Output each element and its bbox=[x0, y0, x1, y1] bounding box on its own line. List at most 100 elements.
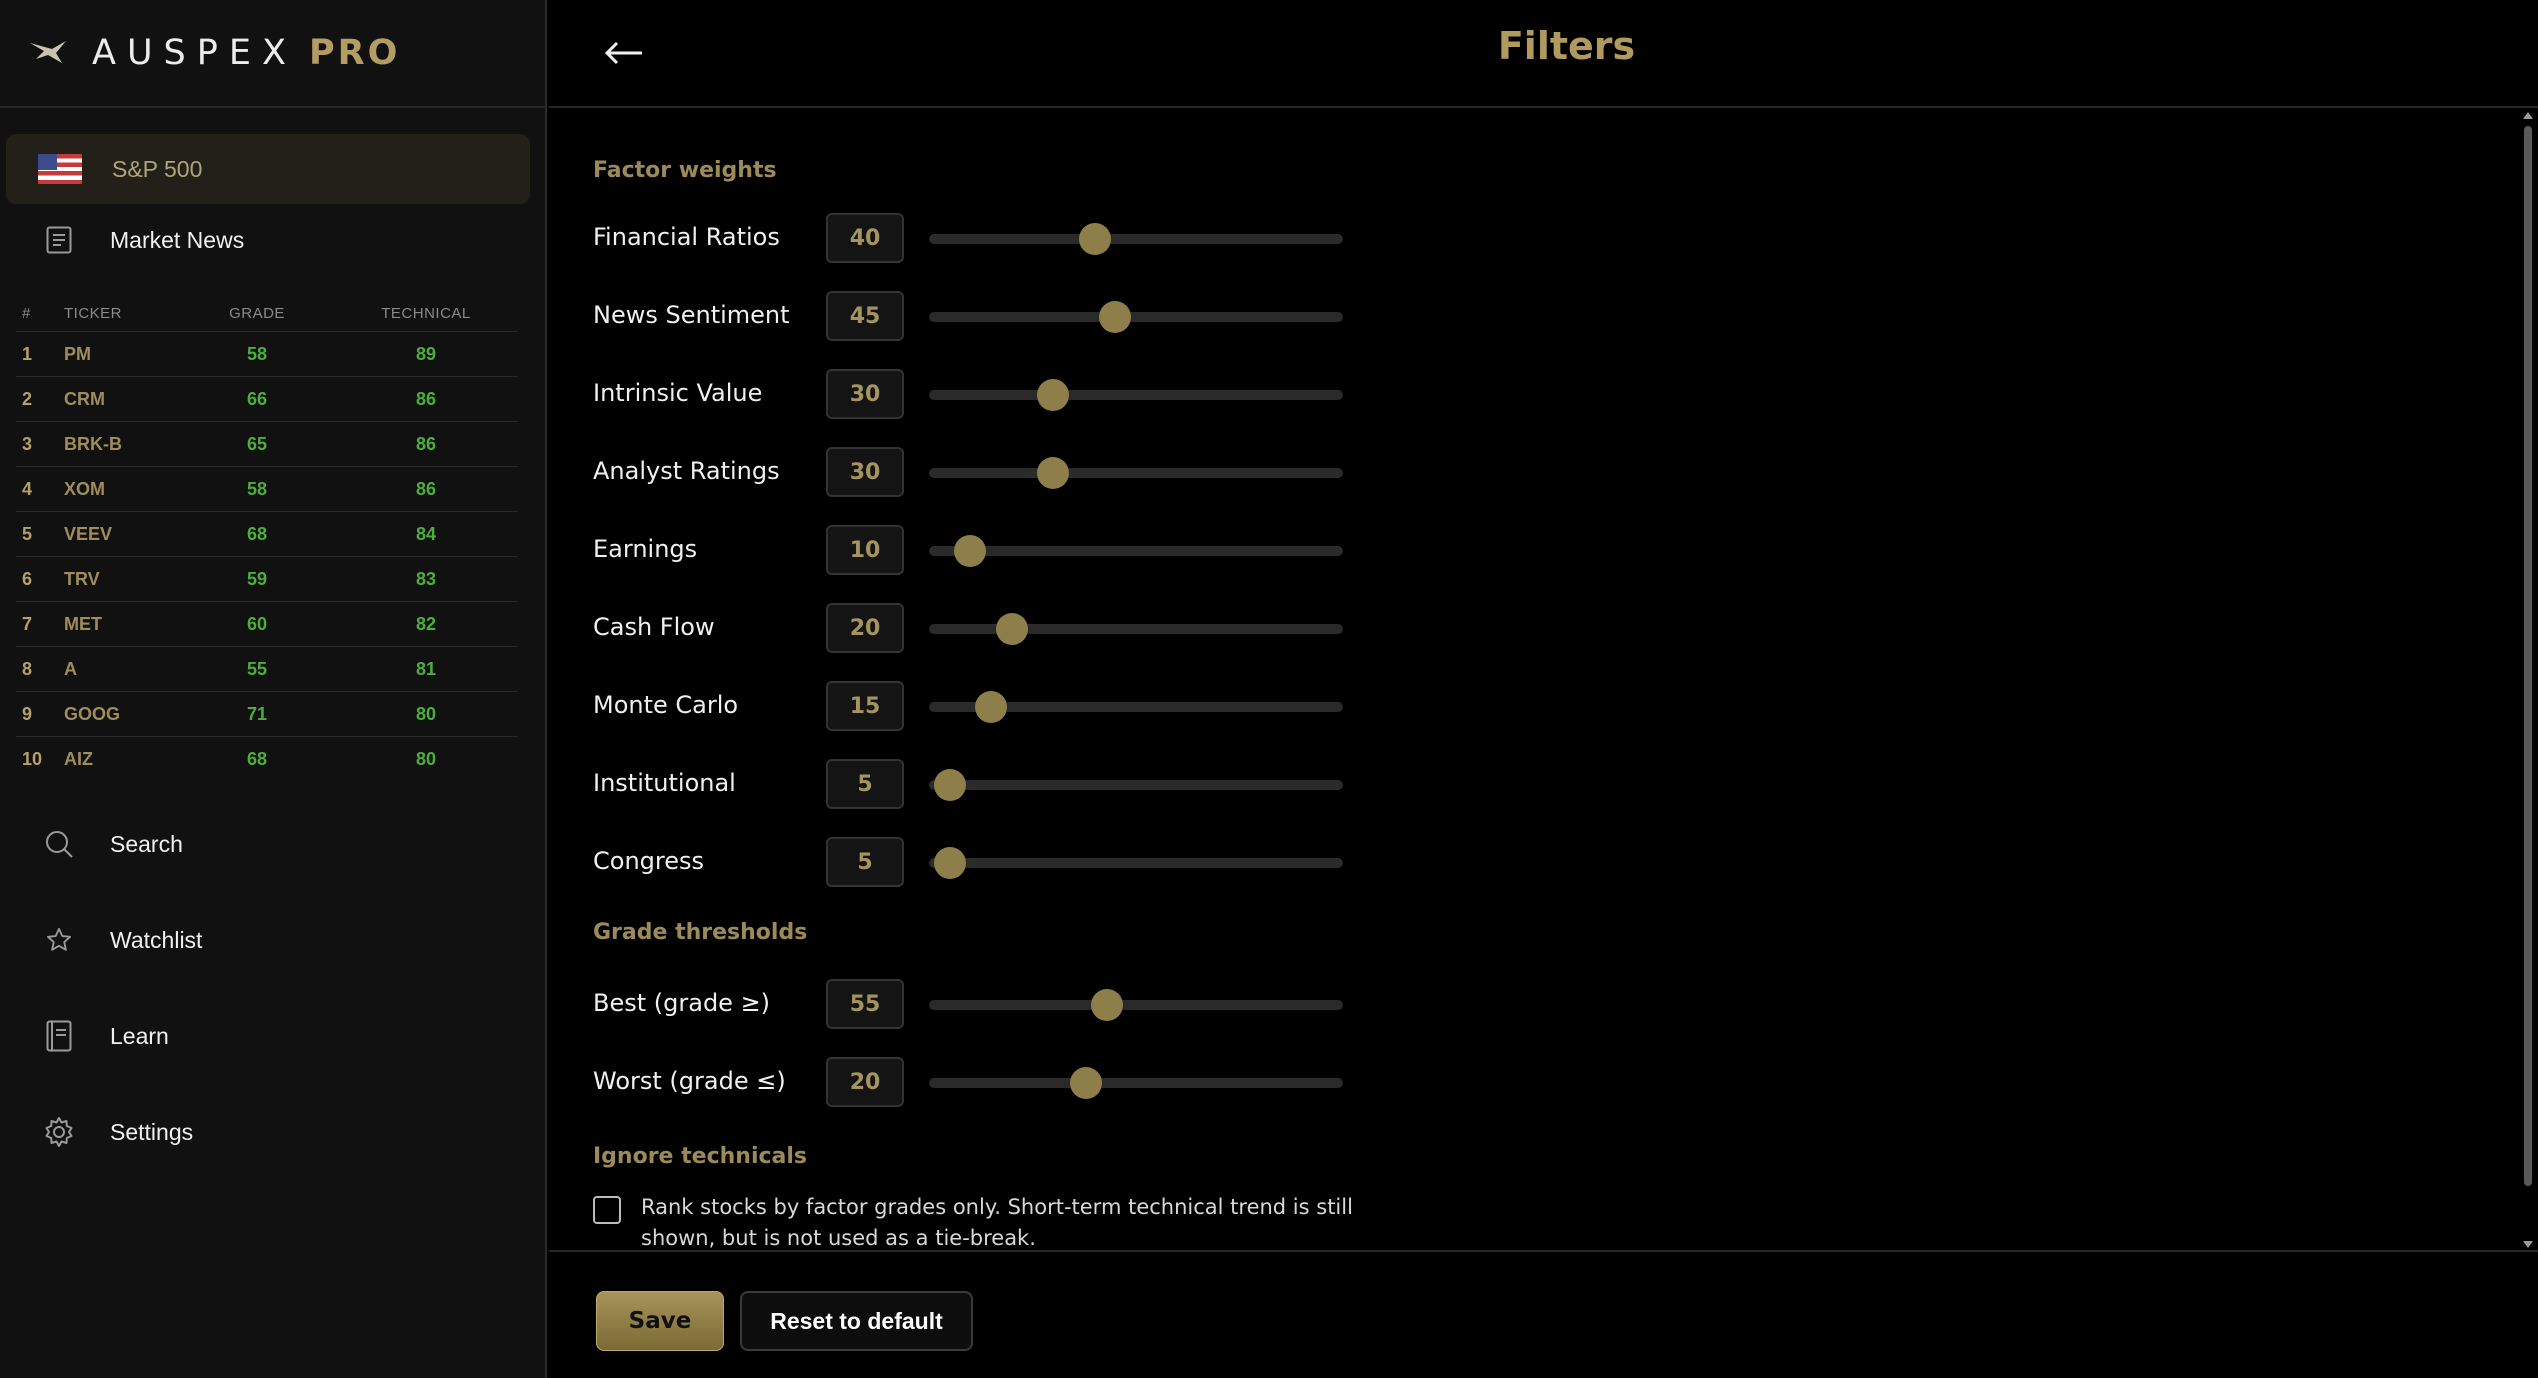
slider-value-input[interactable]: 40 bbox=[826, 213, 904, 263]
nav-label: Learn bbox=[110, 1022, 169, 1049]
factor-weight-slider-row: Congress 5 bbox=[593, 837, 1493, 887]
market-selector[interactable]: S&P 500 bbox=[6, 134, 530, 204]
table-row[interactable]: 5 VEEV 68 84 bbox=[16, 511, 518, 556]
scroll-up-arrow-icon[interactable] bbox=[2523, 112, 2533, 119]
ranking-table-header: # TICKER GRADE TECHNICAL bbox=[16, 295, 518, 331]
col-num-header: # bbox=[22, 304, 31, 322]
slider-track[interactable] bbox=[929, 535, 1343, 567]
slider-label: Intrinsic Value bbox=[593, 379, 763, 407]
slider-track[interactable] bbox=[929, 691, 1343, 723]
slider-thumb[interactable] bbox=[995, 613, 1028, 645]
slider-label: Monte Carlo bbox=[593, 691, 739, 719]
nav-search[interactable]: Search bbox=[0, 822, 547, 866]
nav-settings[interactable]: Settings bbox=[0, 1110, 547, 1154]
table-row[interactable]: 8 A 55 81 bbox=[16, 646, 518, 691]
table-row[interactable]: 1 PM 58 89 bbox=[16, 331, 518, 376]
slider-value-input[interactable]: 15 bbox=[826, 681, 904, 731]
factor-weight-slider-row: Intrinsic Value 30 bbox=[593, 369, 1493, 419]
slider-track[interactable] bbox=[929, 989, 1343, 1021]
table-row[interactable]: 10 AIZ 68 80 bbox=[16, 736, 518, 781]
table-row[interactable]: 7 MET 60 82 bbox=[16, 601, 518, 646]
factor-weight-slider-row: Institutional 5 bbox=[593, 759, 1493, 809]
row-rank: 8 bbox=[22, 658, 33, 679]
slider-value-input[interactable]: 30 bbox=[826, 369, 904, 419]
row-grade: 68 bbox=[246, 523, 268, 544]
save-button[interactable]: Save bbox=[596, 1291, 724, 1351]
brand-name: AUSPEX bbox=[92, 33, 297, 73]
table-row[interactable]: 6 TRV 59 83 bbox=[16, 556, 518, 601]
row-rank: 5 bbox=[22, 523, 33, 544]
row-grade: 71 bbox=[246, 703, 268, 724]
slider-track[interactable] bbox=[929, 847, 1343, 879]
reset-to-default-button[interactable]: Reset to default bbox=[740, 1291, 973, 1351]
table-row[interactable]: 9 GOOG 71 80 bbox=[16, 691, 518, 736]
slider-track[interactable] bbox=[929, 223, 1343, 255]
table-row[interactable]: 4 XOM 58 86 bbox=[16, 466, 518, 511]
row-technical: 86 bbox=[415, 388, 437, 409]
slider-value-input[interactable]: 30 bbox=[826, 447, 904, 497]
us-flag-icon bbox=[38, 154, 82, 184]
factor-weight-slider-row: Monte Carlo 15 bbox=[593, 681, 1493, 731]
slider-value-input[interactable]: 20 bbox=[826, 603, 904, 653]
slider-thumb[interactable] bbox=[933, 847, 966, 879]
grade-threshold-slider-row: Best (grade ≥) 55 bbox=[593, 979, 1493, 1029]
grade-threshold-slider-row: Worst (grade ≤) 20 bbox=[593, 1057, 1493, 1107]
slider-value-input[interactable]: 5 bbox=[826, 759, 904, 809]
slider-thumb[interactable] bbox=[1099, 301, 1132, 333]
row-rank: 2 bbox=[22, 388, 33, 409]
nav-label: Settings bbox=[110, 1118, 194, 1145]
factor-weight-slider-row: Cash Flow 20 bbox=[593, 603, 1493, 653]
slider-label: Worst (grade ≤) bbox=[593, 1067, 786, 1095]
row-ticker: VEEV bbox=[64, 523, 113, 544]
row-rank: 6 bbox=[22, 568, 33, 589]
slider-value-input[interactable]: 10 bbox=[826, 525, 904, 575]
row-ticker: BRK-B bbox=[64, 433, 122, 454]
nav-watchlist[interactable]: Watchlist bbox=[0, 918, 547, 962]
scrollbar[interactable] bbox=[2518, 110, 2538, 1250]
slider-label: News Sentiment bbox=[593, 301, 790, 329]
slider-label: Financial Ratios bbox=[593, 223, 780, 251]
slider-label: Institutional bbox=[593, 769, 736, 797]
row-technical: 86 bbox=[415, 478, 437, 499]
brand-suffix: PRO bbox=[308, 33, 401, 73]
slider-label: Best (grade ≥) bbox=[593, 989, 771, 1017]
slider-thumb[interactable] bbox=[954, 535, 987, 567]
slider-thumb[interactable] bbox=[1091, 989, 1124, 1021]
row-rank: 3 bbox=[22, 433, 33, 454]
nav-learn[interactable]: Learn bbox=[0, 1014, 547, 1058]
row-grade: 66 bbox=[246, 388, 268, 409]
market-label: S&P 500 bbox=[112, 155, 203, 182]
slider-thumb[interactable] bbox=[933, 769, 966, 801]
slider-thumb[interactable] bbox=[1037, 457, 1070, 489]
nav-market-news[interactable]: Market News bbox=[0, 218, 547, 262]
row-ticker: AIZ bbox=[64, 748, 93, 769]
row-ticker: A bbox=[64, 658, 77, 679]
slider-thumb[interactable] bbox=[1037, 379, 1070, 411]
slider-thumb[interactable] bbox=[1070, 1067, 1103, 1099]
ignore-technicals-checkbox[interactable] bbox=[593, 1196, 621, 1224]
slider-track[interactable] bbox=[929, 1067, 1343, 1099]
gear-icon bbox=[42, 1115, 76, 1149]
slider-value-input[interactable]: 55 bbox=[826, 979, 904, 1029]
slider-track[interactable] bbox=[929, 769, 1343, 801]
slider-value-input[interactable]: 5 bbox=[826, 837, 904, 887]
book-icon bbox=[42, 1019, 76, 1053]
slider-track[interactable] bbox=[929, 613, 1343, 645]
slider-track[interactable] bbox=[929, 457, 1343, 489]
slider-track[interactable] bbox=[929, 379, 1343, 411]
slider-track[interactable] bbox=[929, 301, 1343, 333]
table-row[interactable]: 2 CRM 66 86 bbox=[16, 376, 518, 421]
factor-weight-slider-row: News Sentiment 45 bbox=[593, 291, 1493, 341]
news-icon bbox=[42, 223, 76, 257]
factor-weight-slider-row: Analyst Ratings 30 bbox=[593, 447, 1493, 497]
slider-thumb[interactable] bbox=[1078, 223, 1111, 255]
slider-thumb[interactable] bbox=[975, 691, 1008, 723]
slider-value-input[interactable]: 45 bbox=[826, 291, 904, 341]
scrollbar-thumb[interactable] bbox=[2524, 126, 2532, 1186]
scroll-down-arrow-icon[interactable] bbox=[2523, 1241, 2533, 1248]
slider-value-input[interactable]: 20 bbox=[826, 1057, 904, 1107]
section-title-grade-thresholds: Grade thresholds bbox=[593, 920, 808, 945]
row-ticker: GOOG bbox=[64, 703, 121, 724]
row-technical: 89 bbox=[415, 343, 437, 364]
table-row[interactable]: 3 BRK-B 65 86 bbox=[16, 421, 518, 466]
